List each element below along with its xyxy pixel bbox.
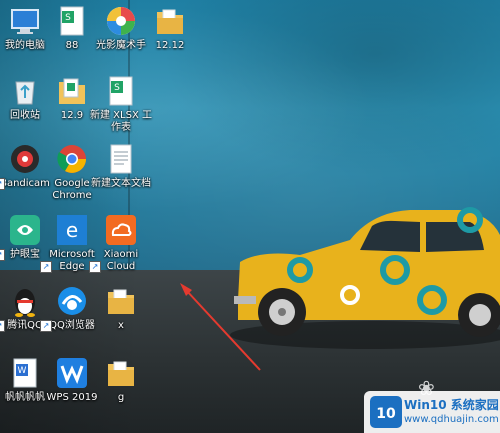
folder-with-file-icon: [59, 78, 85, 104]
qq-browser-icon: [58, 287, 86, 315]
svg-text:e: e: [66, 218, 78, 242]
watermark-title: Win10 系统家园: [404, 398, 499, 412]
site-watermark: 10 Win10 系统家园 www.qdhuajin.com: [364, 391, 500, 433]
eye-protect-icon: [10, 215, 40, 245]
folder-icon: [157, 9, 183, 34]
shortcut-arrow-icon: ↗: [0, 178, 5, 190]
bandicam-icon: [11, 145, 39, 173]
cloud-icon: [106, 215, 136, 245]
svg-text:10: 10: [376, 406, 396, 422]
folder-icon: [108, 289, 134, 314]
shortcut-arrow-icon: ↗: [40, 261, 52, 273]
folder-icon: [108, 361, 134, 386]
icon-label: 12.12: [155, 40, 185, 51]
xlsx-file-icon: S: [109, 76, 133, 106]
shortcut-arrow-icon: ↗: [40, 320, 52, 332]
watermark-url: www.qdhuajin.com: [404, 414, 499, 425]
text-file-icon: [110, 144, 132, 174]
shortcut-arrow-icon: ↗: [89, 261, 101, 273]
desktop-icon-folder-x[interactable]: x: [89, 284, 153, 332]
shortcut-arrow-icon: ↗: [0, 320, 5, 332]
computer-icon: [11, 9, 39, 34]
edge-icon: e: [57, 215, 87, 245]
desktop-icon-folder-12-12[interactable]: 12.12: [138, 4, 202, 52]
desktop-icon-xiaomi-cloud[interactable]: ↗ Xiaomi Cloud: [89, 213, 153, 273]
icon-label: 新建文本文档: [91, 178, 151, 189]
chrome-icon: [57, 145, 86, 173]
icon-label: g: [117, 392, 125, 403]
qq-penguin-icon: [15, 289, 35, 317]
desktop-icon-new-text[interactable]: 新建文本文档: [89, 142, 153, 190]
recycle-bin-icon: [15, 81, 35, 105]
desktop-icon-folder-g[interactable]: g: [89, 356, 153, 404]
spreadsheet-icon: S: [60, 6, 84, 36]
svg-text:W: W: [18, 366, 27, 376]
wps-icon: [57, 358, 87, 388]
svg-text:S: S: [65, 13, 71, 23]
aperture-icon: [107, 7, 135, 35]
icon-label: 新建 XLSX 工作表: [90, 110, 152, 133]
win10-logo-icon: 10: [370, 396, 402, 428]
desktop-icon-new-xlsx[interactable]: S 新建 XLSX 工作表: [89, 74, 153, 134]
fanfan-doc-icon: W: [13, 358, 37, 388]
shortcut-arrow-icon: ↗: [0, 249, 5, 261]
icon-label: x: [118, 320, 124, 331]
svg-text:S: S: [114, 83, 120, 93]
